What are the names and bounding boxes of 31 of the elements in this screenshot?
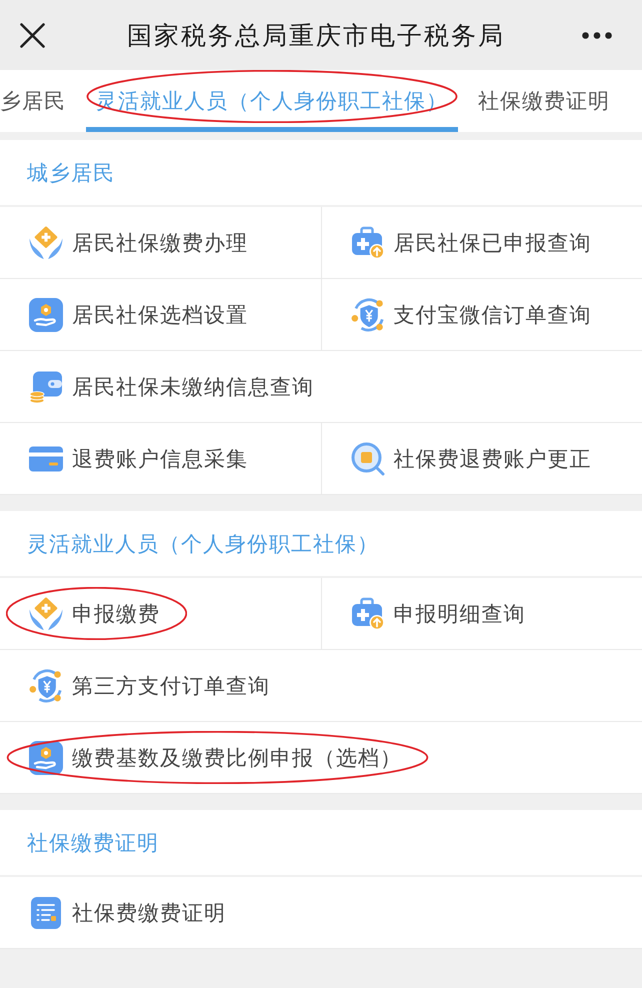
hand-coin-icon bbox=[29, 298, 63, 332]
page-title: 国家税务总局重庆市电子税务局 bbox=[127, 20, 505, 52]
medical-kit-icon bbox=[350, 226, 384, 260]
magnifier-icon bbox=[350, 442, 384, 476]
close-icon[interactable] bbox=[20, 22, 45, 48]
menu-item[interactable]: 退费账户信息采集 bbox=[0, 423, 322, 495]
section-title: 城乡居民 bbox=[27, 160, 115, 186]
more-icon[interactable] bbox=[582, 32, 612, 38]
menu-item[interactable]: 居民社保缴费办理 bbox=[0, 207, 322, 279]
document-icon bbox=[29, 896, 63, 930]
menu-item[interactable]: 社保费退费账户更正 bbox=[322, 423, 642, 495]
shield-icon bbox=[350, 298, 384, 332]
menu-item[interactable]: 居民社保已申报查询 bbox=[322, 207, 642, 279]
menu-item[interactable]: 第三方支付订单查询 bbox=[0, 650, 642, 722]
section-title: 灵活就业人员（个人身份职工社保） bbox=[27, 530, 379, 558]
menu-item[interactable]: 居民社保未缴纳信息查询 bbox=[0, 351, 642, 423]
section-title: 社保缴费证明 bbox=[27, 830, 159, 856]
menu-item[interactable]: 社保费缴费证明 bbox=[0, 877, 642, 949]
menu-item[interactable]: 申报明细查询 bbox=[322, 578, 642, 650]
hand-coin-icon bbox=[29, 740, 63, 774]
menu-item[interactable]: 申报缴费 bbox=[0, 578, 322, 650]
shield-icon bbox=[29, 668, 63, 702]
tab[interactable]: 乡居民 bbox=[0, 70, 76, 132]
menu-item[interactable]: 支付宝微信订单查询 bbox=[322, 279, 642, 351]
menu-item[interactable]: 缴费基数及缴费比例申报（选档） bbox=[0, 722, 642, 794]
hands-diamond-icon bbox=[29, 226, 63, 260]
wallet-icon bbox=[29, 370, 63, 404]
hands-diamond-icon bbox=[29, 596, 63, 630]
medical-kit-icon bbox=[350, 596, 384, 630]
tab[interactable]: 社保缴费证明 bbox=[468, 70, 620, 132]
menu-item[interactable]: 居民社保选档设置 bbox=[0, 279, 322, 351]
